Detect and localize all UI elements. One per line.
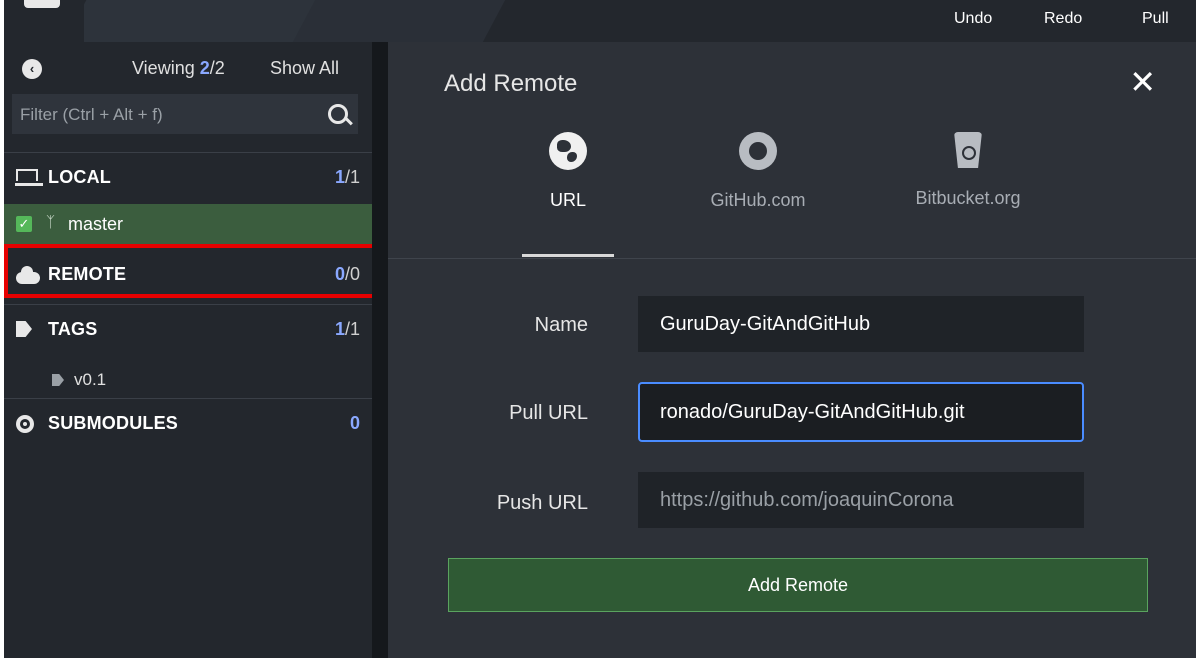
tab-url-label: URL (549, 190, 586, 210)
undo-button[interactable]: Undo (954, 10, 992, 28)
tab-github[interactable]: GitHub.com (683, 132, 833, 262)
top-toolbar: Undo Redo Pull (4, 0, 1196, 42)
section-local-label: LOCAL (48, 167, 111, 187)
checkbox-checked-icon[interactable]: ✓ (16, 216, 32, 232)
section-submodules-count: 0 (349, 413, 360, 433)
repo-tab-secondary[interactable] (292, 0, 506, 42)
name-field[interactable] (638, 296, 1084, 352)
pull-button[interactable]: Pull (1142, 10, 1169, 28)
tab-url[interactable]: URL (493, 132, 643, 262)
section-tags-count: 1/1 (334, 319, 360, 339)
tag-name: v0.1 (74, 370, 107, 389)
tab-github-label: GitHub.com (710, 190, 806, 210)
viewing-total: /2 (209, 58, 225, 78)
panel-title: Add Remote (444, 70, 578, 97)
show-all-button[interactable]: Show All (270, 58, 339, 79)
search-icon[interactable] (328, 104, 348, 124)
filter-input[interactable] (18, 94, 322, 136)
section-local-count: 1/1 (334, 167, 360, 187)
close-icon[interactable]: ✕ (1129, 66, 1156, 98)
viewing-bar: ‹ Viewing 2/2 Show All (4, 42, 372, 94)
viewing-count: 2 (199, 58, 210, 78)
branch-name: master (68, 214, 124, 234)
add-remote-panel: Add Remote ✕ URL GitHub.com Bitbucket.or… (388, 42, 1196, 658)
github-icon (739, 132, 777, 170)
section-tags-label: TAGS (48, 319, 98, 339)
add-remote-button[interactable]: Add Remote (448, 558, 1148, 612)
viewing-label: Viewing (132, 58, 195, 78)
app-window: Undo Redo Pull ‹ Viewing 2/2 Show All LO… (4, 0, 1196, 658)
branch-item-master[interactable]: ✓ ᛉ master (4, 204, 372, 244)
tag-small-icon (52, 374, 64, 386)
pull-url-field[interactable] (638, 382, 1084, 442)
tab-bitbucket[interactable]: Bitbucket.org (893, 132, 1043, 262)
pull-url-label: Pull URL (509, 402, 588, 424)
redo-button[interactable]: Redo (1044, 10, 1082, 28)
tag-icon (16, 321, 32, 337)
app-logo-icon (24, 0, 60, 8)
globe-icon (549, 132, 587, 170)
tab-divider (388, 258, 1196, 259)
tag-item-v0-1[interactable]: v0.1 (4, 364, 372, 398)
push-url-label: Push URL (496, 492, 588, 514)
push-url-field[interactable] (638, 472, 1084, 528)
viewing-status: Viewing 2/2 (132, 58, 225, 79)
section-tags[interactable]: TAGS 1/1 (4, 304, 372, 355)
branch-icon: ᛉ (46, 214, 56, 231)
section-submodules-label: SUBMODULES (48, 413, 179, 433)
name-label: Name (534, 314, 588, 336)
highlight-box (4, 244, 378, 298)
section-submodules[interactable]: SUBMODULES 0 (4, 398, 372, 449)
sidebar-divider[interactable] (372, 42, 388, 658)
filter-box (12, 94, 358, 136)
bitbucket-icon (954, 132, 982, 168)
left-sidebar: ‹ Viewing 2/2 Show All LOCAL 1/1 ✓ ᛉ mas… (4, 42, 378, 658)
collapse-left-icon[interactable]: ‹ (22, 59, 42, 79)
active-tab-indicator (522, 254, 614, 257)
laptop-icon (15, 169, 43, 186)
submodule-icon (16, 415, 34, 433)
section-local[interactable]: LOCAL 1/1 (4, 152, 372, 203)
tab-bitbucket-label: Bitbucket.org (915, 188, 1021, 208)
